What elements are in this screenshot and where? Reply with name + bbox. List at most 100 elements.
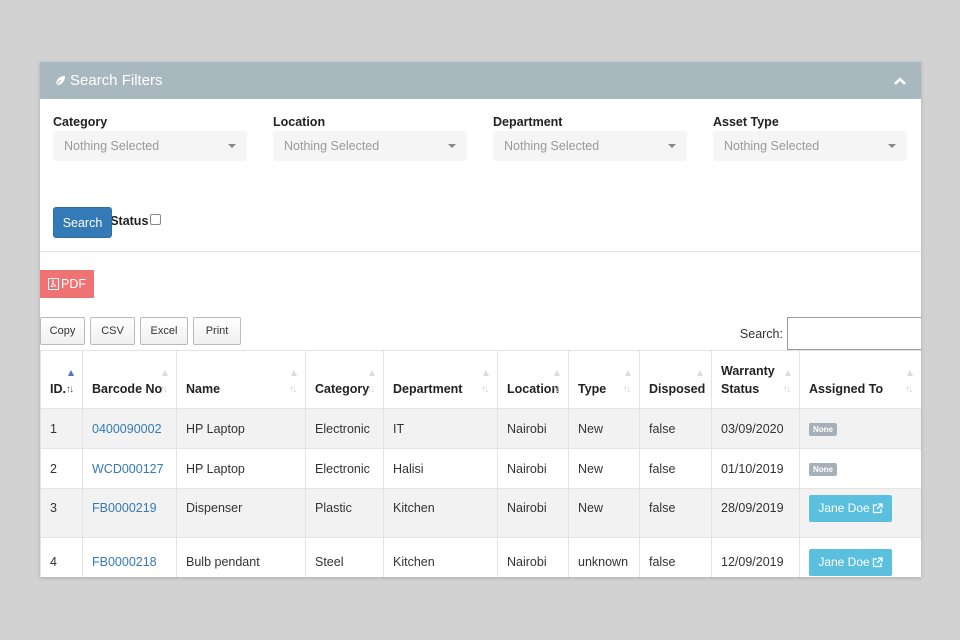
cell-assigned: None — [799, 408, 921, 449]
department-select-value: Nothing Selected — [504, 139, 600, 153]
barcode-link[interactable]: FB0000219 — [92, 501, 157, 515]
cell-assigned: Jane Doe — [799, 537, 921, 577]
cell-warranty: 01/10/2019 — [711, 448, 800, 489]
column-label: Category — [315, 382, 370, 396]
filters-section: Category Nothing Selected Location Nothi… — [40, 99, 921, 252]
column-header-assigned-to[interactable]: Assigned To ↑↓ — [799, 350, 921, 409]
cell-id: 2 — [40, 448, 83, 489]
cell-type: unknown — [568, 537, 640, 577]
column-label: Warranty Status — [721, 364, 775, 396]
none-badge: None — [809, 463, 837, 476]
column-header-id[interactable]: ID. ↑↓ — [40, 350, 83, 409]
search-filters-panel: Search Filters Category Nothing Selected… — [40, 62, 921, 577]
cell-department: Kitchen — [383, 488, 498, 538]
assigned-user-name: Jane Doe — [818, 501, 870, 515]
cell-id: 4 — [40, 537, 83, 577]
copy-button[interactable]: Copy — [40, 317, 85, 345]
sort-icon: ↑↓ — [289, 370, 299, 396]
pdf-export-button[interactable]: PDF — [40, 270, 94, 298]
sort-icon: ↑↓ — [783, 370, 793, 396]
sort-icon: ↑↓ — [160, 370, 170, 396]
warranty-status-checkbox[interactable] — [150, 213, 162, 225]
cell-location: Nairobi — [497, 488, 569, 538]
category-select[interactable]: Nothing Selected — [53, 131, 247, 161]
barcode-link[interactable]: 0400090002 — [92, 422, 162, 436]
cell-department: Kitchen — [383, 537, 498, 577]
column-header-warranty-status[interactable]: Warranty Status ↑↓ — [711, 350, 800, 409]
sort-icon: ↑↓ — [481, 370, 491, 396]
panel-header[interactable]: Search Filters — [40, 62, 921, 99]
cell-type: New — [568, 448, 640, 489]
cell-name: Dispenser — [176, 488, 306, 538]
sort-asc-icon: ↑↓ — [66, 370, 76, 396]
cell-barcode: 0400090002 — [82, 408, 177, 449]
sort-icon: ↑↓ — [905, 370, 915, 396]
cell-category: Electronic — [305, 408, 384, 449]
column-label: Department — [393, 382, 463, 396]
cell-disposed: false — [639, 537, 712, 577]
none-badge: None — [809, 423, 837, 436]
caret-down-icon — [888, 144, 896, 148]
barcode-link[interactable]: FB0000218 — [92, 555, 157, 569]
table-search-label: Search: — [739, 326, 783, 341]
column-label: ID. — [50, 382, 66, 396]
category-label: Category — [53, 115, 108, 129]
category-filter: Category Nothing Selected — [53, 115, 247, 161]
sort-icon: ↑↓ — [695, 370, 705, 396]
caret-down-icon — [448, 144, 456, 148]
location-filter: Location Nothing Selected — [273, 115, 467, 161]
caret-down-icon — [668, 144, 676, 148]
cell-category: Electronic — [305, 448, 384, 489]
column-header-barcode[interactable]: Barcode No ↑↓ — [82, 350, 177, 409]
column-header-location[interactable]: Location ↑↓ — [497, 350, 569, 409]
cell-id: 3 — [40, 488, 83, 538]
table-row: 2 WCD000127 HP Laptop Electronic Halisi … — [40, 448, 921, 489]
print-button[interactable]: Print — [193, 317, 241, 345]
csv-button[interactable]: CSV — [90, 317, 135, 345]
cell-disposed: false — [639, 448, 712, 489]
cell-name: HP Laptop — [176, 408, 306, 449]
column-header-name[interactable]: Name ↑↓ — [176, 350, 306, 409]
department-filter: Department Nothing Selected — [493, 115, 687, 161]
column-header-disposed[interactable]: Disposed ↑↓ — [639, 350, 712, 409]
cell-assigned: None — [799, 448, 921, 489]
caret-down-icon — [228, 144, 236, 148]
file-pdf-icon — [48, 278, 59, 290]
column-label: Barcode No — [92, 382, 163, 396]
department-label: Department — [493, 115, 563, 129]
table-search-input[interactable] — [787, 317, 921, 350]
column-header-department[interactable]: Department ↑↓ — [383, 350, 498, 409]
barcode-link[interactable]: WCD000127 — [92, 462, 164, 476]
asset-type-select-value: Nothing Selected — [724, 139, 820, 153]
cell-barcode: WCD000127 — [82, 448, 177, 489]
asset-type-select[interactable]: Nothing Selected — [713, 131, 907, 161]
cell-warranty: 28/09/2019 — [711, 488, 800, 538]
column-header-category[interactable]: Category ↑↓ — [305, 350, 384, 409]
cell-name: Bulb pendant — [176, 537, 306, 577]
cell-id: 1 — [40, 408, 83, 449]
department-select[interactable]: Nothing Selected — [493, 131, 687, 161]
location-select[interactable]: Nothing Selected — [273, 131, 467, 161]
cell-assigned: Jane Doe — [799, 488, 921, 538]
excel-button[interactable]: Excel — [140, 317, 188, 345]
assigned-user-button[interactable]: Jane Doe — [809, 494, 892, 522]
table-row: 4 FB0000218 Bulb pendant Steel Kitchen N… — [40, 537, 921, 577]
table-row: 1 0400090002 HP Laptop Electronic IT Nai… — [40, 408, 921, 449]
assigned-user-name: Jane Doe — [818, 555, 870, 569]
column-header-type[interactable]: Type ↑↓ — [568, 350, 640, 409]
chevron-up-icon[interactable] — [893, 74, 907, 88]
location-select-value: Nothing Selected — [284, 139, 380, 153]
assigned-user-button[interactable]: Jane Doe — [809, 548, 892, 576]
search-button[interactable]: Search — [53, 207, 112, 238]
sort-icon: ↑↓ — [623, 370, 633, 396]
panel-title: Search Filters — [70, 72, 163, 89]
cell-category: Steel — [305, 537, 384, 577]
external-link-icon — [872, 502, 883, 514]
column-label: Type — [578, 382, 607, 396]
column-label: Name — [186, 382, 221, 396]
table-row: 3 FB0000219 Dispenser Plastic Kitchen Na… — [40, 488, 921, 538]
category-select-value: Nothing Selected — [64, 139, 160, 153]
sort-icon: ↑↓ — [367, 370, 377, 396]
cell-location: Nairobi — [497, 408, 569, 449]
table-search: Search: — [740, 317, 921, 350]
